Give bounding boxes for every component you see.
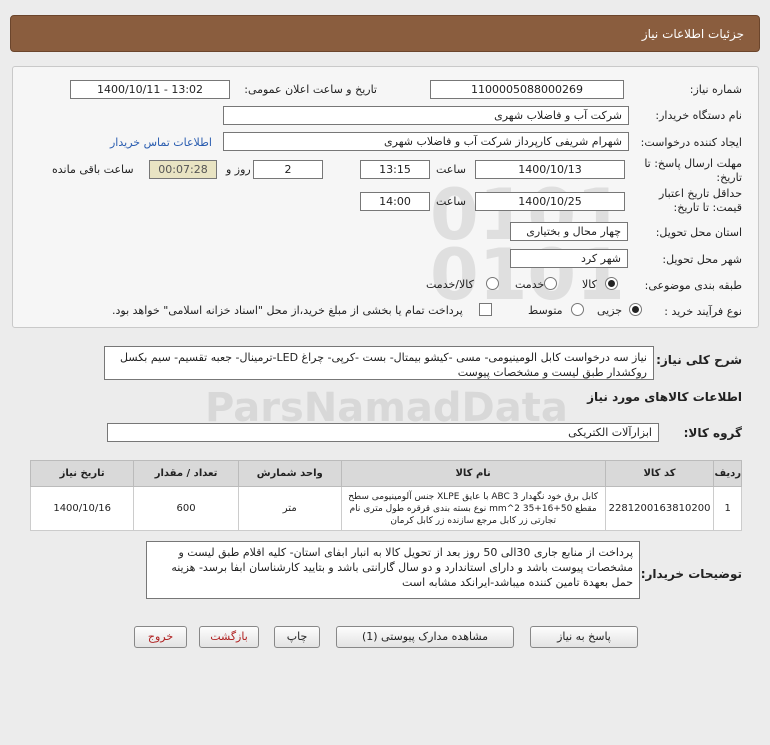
announce-datetime-label: تاریخ و ساعت اعلان عمومی: <box>244 83 377 96</box>
row-date: 1400/10/16 <box>29 486 135 531</box>
buyer-notes-label: توضیحات خریدار: <box>640 567 742 581</box>
countdown-timer: 00:07:28 <box>149 160 217 179</box>
days-remaining-field: 2 <box>253 160 323 179</box>
delivery-province-field: چهار محال و بختیاری <box>510 222 628 241</box>
goods-table: ردیف کد کالا نام کالا واحد شمارش تعداد /… <box>29 460 742 531</box>
category-option-goods-service: کالا/خدمت <box>426 278 474 291</box>
buyer-org-label: نام دستگاه خریدار: <box>655 109 742 122</box>
col-date-header: تاریخ نیاز <box>29 460 135 487</box>
page-header: جزئیات اطلاعات نیاز <box>10 15 760 52</box>
col-quantity-header: تعداد / مقدار <box>133 460 239 487</box>
delivery-city-field: شهر کرد <box>510 249 628 268</box>
goods-group-label: گروه کالا: <box>683 426 742 440</box>
category-radio-goods-service[interactable] <box>486 277 499 290</box>
row-name: کابل برق خود نگهدار ABC 3 با عایق XLPE ج… <box>340 486 606 531</box>
purchase-type-label: نوع فرآیند خرید : <box>664 305 742 318</box>
row-code: 2281200163810200 <box>604 486 715 531</box>
view-attachments-button[interactable]: مشاهده مدارک پیوستی (1) <box>336 626 514 648</box>
col-index-header: ردیف <box>713 460 742 487</box>
col-unit-header: واحد شمارش <box>237 460 342 487</box>
delivery-province-label: استان محل تحویل: <box>655 226 742 239</box>
exit-button[interactable]: خروج <box>134 626 187 648</box>
response-time-label: ساعت <box>436 163 466 176</box>
response-date-field: 1400/10/13 <box>475 160 625 179</box>
category-radio-service[interactable] <box>544 277 557 290</box>
response-time-field: 13:15 <box>360 160 430 179</box>
col-code-header: کد کالا <box>604 460 715 487</box>
days-label: روز و <box>226 163 251 176</box>
requester-label: ایجاد کننده درخواست: <box>640 136 742 149</box>
requester-field: شهرام شریفی کارپرداز شرکت آب و فاضلاب شه… <box>223 132 629 151</box>
remaining-label: ساعت باقی مانده <box>52 163 134 176</box>
reply-button[interactable]: پاسخ به نیاز <box>530 626 638 648</box>
treasury-bonds-checkbox[interactable] <box>479 303 492 316</box>
goods-group-field: ابزارآلات الکتریکی <box>107 423 659 442</box>
description-text: نیاز سه درخواست کابل الومینیومی- مسی -کی… <box>104 346 654 380</box>
row-unit: متر <box>237 486 342 531</box>
purchase-radio-medium[interactable] <box>571 303 584 316</box>
description-label: شرح کلی نیاز: <box>656 353 742 367</box>
treasury-bonds-note: پرداخت تمام یا بخشی از مبلغ خرید،از محل … <box>112 304 463 317</box>
purchase-option-minor: جزیی <box>597 304 623 317</box>
print-button[interactable]: چاپ <box>274 626 320 648</box>
price-validity-date-field: 1400/10/25 <box>475 192 625 211</box>
category-option-service: خدمت <box>515 278 545 291</box>
row-quantity: 600 <box>133 486 239 531</box>
category-option-goods: کالا <box>582 278 597 291</box>
buyer-org-field: شرکت آب و فاضلاب شهری <box>223 106 629 125</box>
purchase-option-medium: متوسط <box>528 304 563 317</box>
purchase-radio-minor[interactable] <box>629 303 642 316</box>
row-index: 1 <box>713 486 742 531</box>
need-number-field: 1100005088000269 <box>430 80 624 99</box>
need-number-label: شماره نیاز: <box>689 83 742 96</box>
category-radio-goods[interactable] <box>605 277 618 290</box>
announce-datetime-field: 1400/10/11 - 13:02 <box>70 80 230 99</box>
table-row[interactable]: 1 2281200163810200 کابل برق خود نگهدار A… <box>29 486 742 531</box>
goods-section-title: اطلاعات کالاهای مورد نیاز <box>587 390 742 404</box>
buyer-notes-text: پرداخت از منابع جاری 30الی 50 روز بعد از… <box>146 541 640 599</box>
table-header-row: ردیف کد کالا نام کالا واحد شمارش تعداد /… <box>29 460 742 487</box>
response-deadline-label: مهلت ارسال پاسخ: تا تاریخ: <box>644 157 742 184</box>
price-validity-label: حداقل تاریخ اعتبار قیمت: تا تاریخ: <box>658 187 742 214</box>
price-validity-time-label: ساعت <box>436 195 466 208</box>
delivery-city-label: شهر محل تحویل: <box>662 253 742 266</box>
category-label: طبقه بندی موضوعی: <box>644 279 742 292</box>
back-button[interactable]: بازگشت <box>199 626 259 648</box>
buyer-contact-link[interactable]: اطلاعات تماس خریدار <box>110 136 212 149</box>
page-title: جزئیات اطلاعات نیاز <box>641 27 744 41</box>
price-validity-time-field: 14:00 <box>360 192 430 211</box>
col-name-header: نام کالا <box>340 460 606 487</box>
